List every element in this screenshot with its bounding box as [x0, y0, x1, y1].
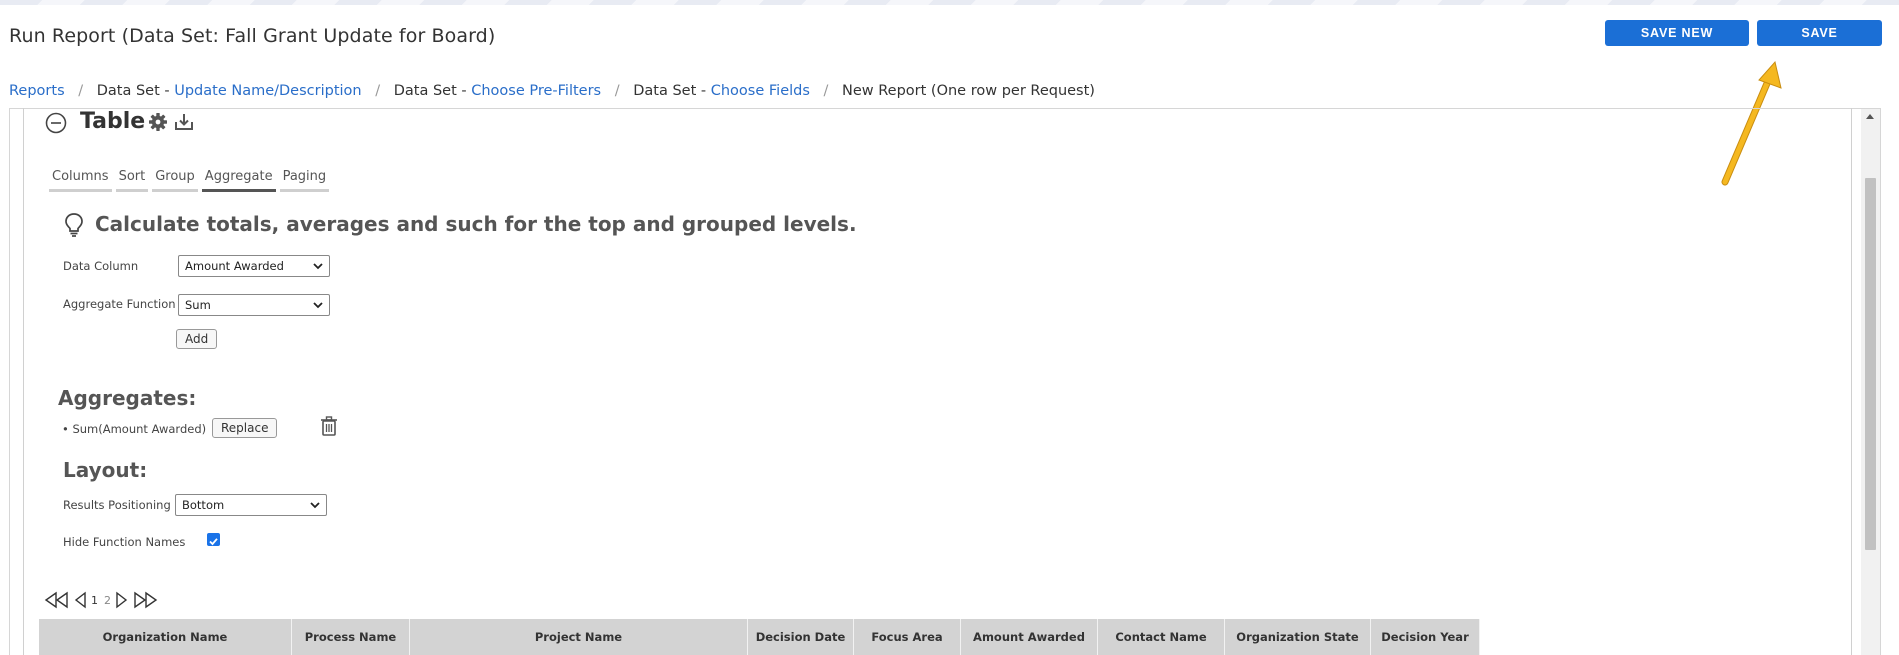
tab-group[interactable]: Group	[152, 168, 198, 192]
top-decorative-stripe	[0, 0, 1899, 5]
chevron-down-icon	[313, 302, 323, 309]
save-new-report-button[interactable]: SAVE NEW REPORT	[1605, 20, 1749, 66]
tab-aggregate[interactable]: Aggregate	[201, 168, 276, 192]
data-column-select[interactable]: Amount Awarded	[178, 255, 330, 277]
column-header-amount-awarded[interactable]: Amount Awarded	[961, 619, 1098, 655]
chevron-down-icon	[313, 263, 323, 270]
page-title: Run Report (Data Set: Fall Grant Update …	[9, 25, 496, 47]
previous-page-icon[interactable]	[74, 591, 88, 609]
gear-icon[interactable]	[148, 112, 168, 132]
layout-heading: Layout:	[63, 458, 148, 482]
aggregate-list-item: • Sum(Amount Awarded)	[62, 422, 207, 436]
scroll-up-arrow-icon[interactable]	[1866, 114, 1874, 119]
tab-sort[interactable]: Sort	[115, 168, 149, 192]
breadcrumb-update-name-link[interactable]: Update Name/Description	[174, 83, 361, 99]
table-section-title: Table	[80, 109, 146, 134]
aggregates-heading: Aggregates:	[58, 386, 197, 410]
last-page-icon[interactable]	[132, 591, 158, 609]
aggregate-item-text: Sum(Amount Awarded)	[72, 422, 207, 436]
aggregate-function-value: Sum	[185, 298, 211, 312]
breadcrumb-prefix-2: Data Set -	[393, 83, 467, 99]
column-header-project-name[interactable]: Project Name	[410, 619, 748, 655]
page-number-1[interactable]: 1	[91, 594, 98, 607]
add-aggregate-button[interactable]: Add	[176, 329, 218, 349]
download-icon[interactable]	[174, 112, 194, 132]
breadcrumb-prefix-3: Data Set -	[633, 83, 707, 99]
aggregate-hint-text: Calculate totals, averages and such for …	[95, 212, 857, 236]
tab-columns[interactable]: Columns	[49, 168, 112, 192]
table-tabs: Columns Sort Group Aggregate Paging	[49, 168, 333, 192]
hide-function-names-checkbox[interactable]	[207, 533, 220, 546]
lightbulb-icon	[65, 213, 83, 237]
column-header-decision-year[interactable]: Decision Year	[1371, 619, 1480, 655]
data-column-label: Data Column	[63, 259, 139, 273]
column-header-contact-name[interactable]: Contact Name	[1098, 619, 1225, 655]
aggregate-function-label: Aggregate Function	[63, 297, 176, 311]
breadcrumb-choose-fields-link[interactable]: Choose Fields	[711, 83, 810, 99]
collapse-circle-icon[interactable]	[45, 112, 67, 134]
results-positioning-value: Bottom	[182, 498, 225, 512]
results-grid-header: Organization Name Process Name Project N…	[39, 619, 1480, 655]
chevron-down-icon	[310, 502, 320, 509]
results-positioning-select[interactable]: Bottom	[175, 494, 327, 516]
column-header-decision-date[interactable]: Decision Date	[748, 619, 854, 655]
data-column-value: Amount Awarded	[185, 259, 284, 273]
results-positioning-label: Results Positioning	[63, 498, 171, 512]
column-header-organization-name[interactable]: Organization Name	[39, 619, 292, 655]
breadcrumb: Reports / Data Set - Update Name/Descrip…	[9, 83, 1095, 99]
breadcrumb-current: New Report (One row per Request)	[842, 83, 1095, 99]
breadcrumb-pre-filters-link[interactable]: Choose Pre-Filters	[471, 83, 601, 99]
scrollbar-thumb[interactable]	[1865, 178, 1876, 550]
save-changes-button[interactable]: SAVE CHANGES	[1757, 20, 1882, 66]
first-page-icon[interactable]	[44, 591, 70, 609]
column-header-focus-area[interactable]: Focus Area	[854, 619, 961, 655]
aggregate-function-select[interactable]: Sum	[178, 294, 330, 316]
page-number-2[interactable]: 2	[104, 594, 111, 607]
next-page-icon[interactable]	[114, 591, 128, 609]
breadcrumb-reports-link[interactable]: Reports	[9, 83, 65, 99]
pager: 1 2	[44, 590, 158, 610]
breadcrumb-prefix-1: Data Set -	[96, 83, 170, 99]
checkmark-icon	[209, 538, 218, 546]
replace-aggregate-button[interactable]: Replace	[212, 418, 278, 438]
trash-icon[interactable]	[320, 416, 338, 436]
column-header-process-name[interactable]: Process Name	[292, 619, 410, 655]
hide-function-names-label: Hide Function Names	[63, 535, 186, 549]
tab-paging[interactable]: Paging	[279, 168, 330, 192]
column-header-organization-state[interactable]: Organization State	[1225, 619, 1371, 655]
